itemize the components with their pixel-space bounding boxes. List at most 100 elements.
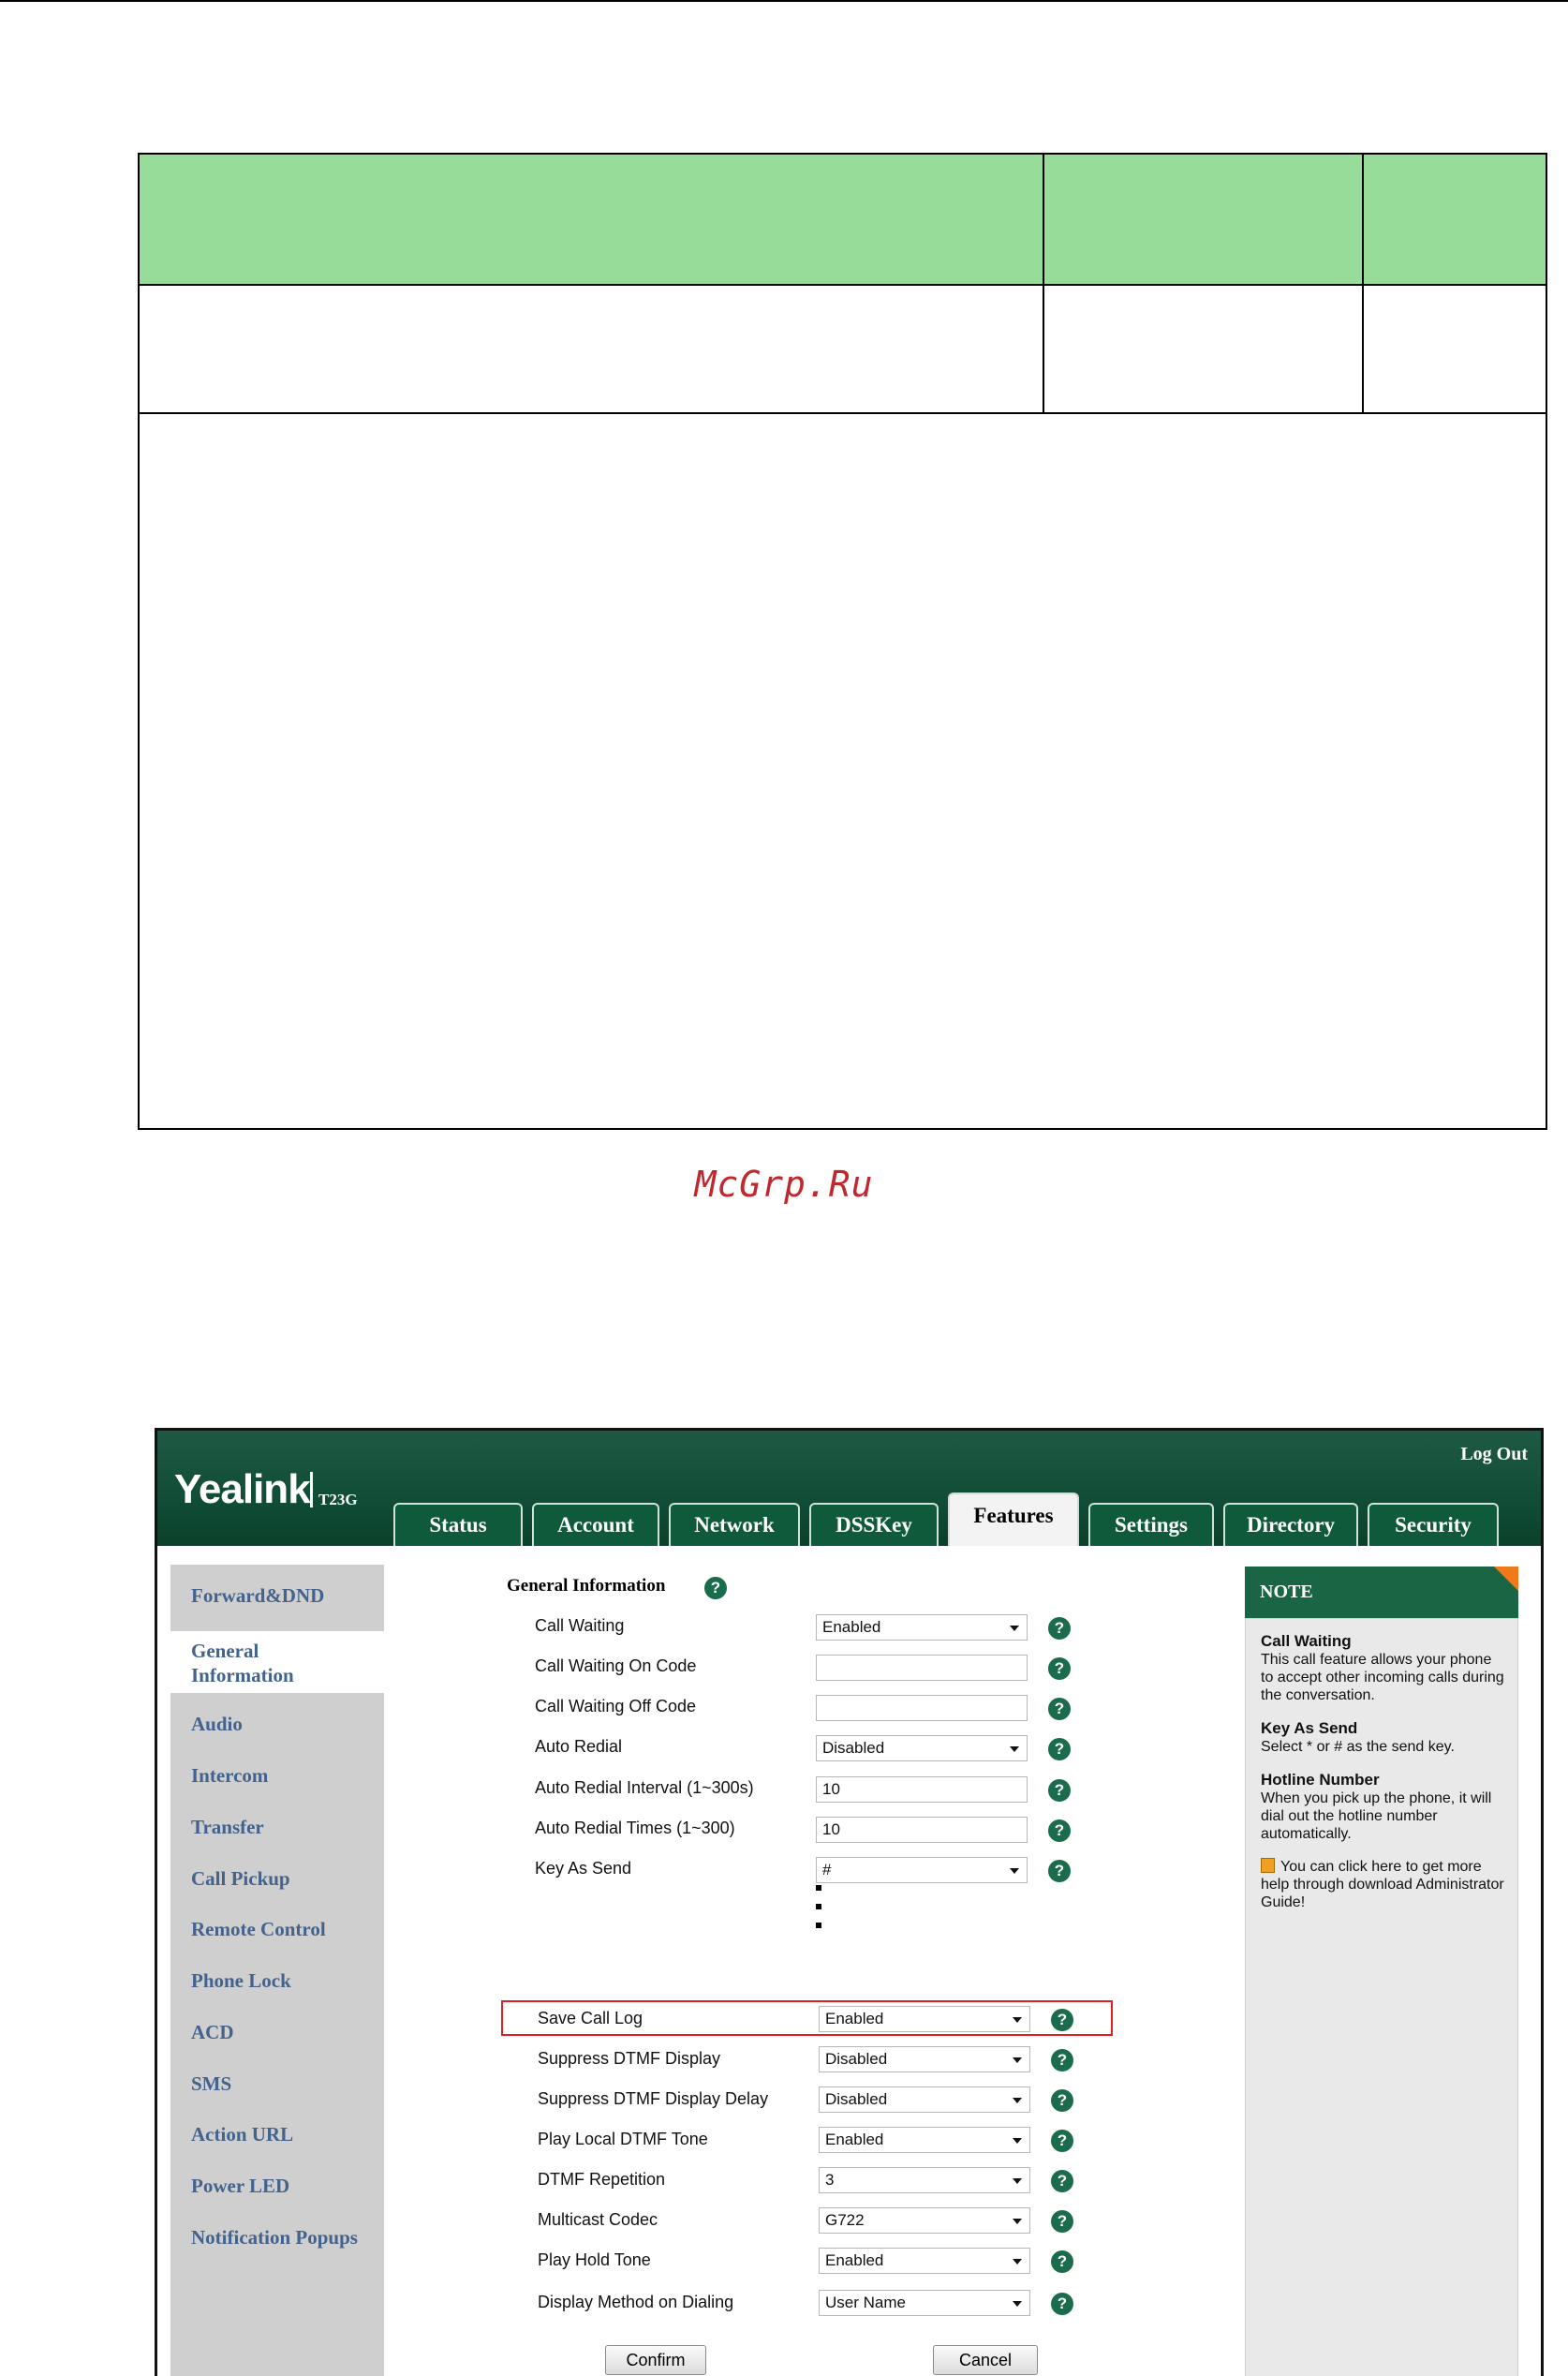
select-value: Enabled xyxy=(822,1618,881,1636)
help-icon[interactable]: ? xyxy=(1051,2049,1073,2072)
note-heading: Hotline Number xyxy=(1261,1771,1380,1789)
sidebar-item-acd[interactable]: ACD xyxy=(191,2020,234,2044)
select-value: Enabled xyxy=(825,2131,884,2148)
label-save-call-log: Save Call Log xyxy=(538,2009,643,2027)
label-call-waiting-on-code: Call Waiting On Code xyxy=(535,1656,697,1675)
label-play-local-dtmf-tone: Play Local DTMF Tone xyxy=(538,2130,708,2148)
help-icon[interactable]: ? xyxy=(1051,2210,1073,2233)
help-icon[interactable]: ? xyxy=(1048,1860,1071,1882)
model-label: T23G xyxy=(318,1491,358,1508)
select-value: Enabled xyxy=(825,2010,884,2027)
label-auto-redial-times: Auto Redial Times (1~300) xyxy=(535,1819,735,1837)
select-play-local-dtmf-tone[interactable]: Enabled xyxy=(819,2127,1030,2153)
tab-status[interactable]: Status xyxy=(393,1503,523,1546)
sidebar-item-power-led[interactable]: Power LED xyxy=(191,2174,289,2198)
select-value: # xyxy=(822,1861,832,1879)
help-icon[interactable]: ? xyxy=(1051,2250,1073,2273)
note-help-link[interactable]: You can click here to get more help thro… xyxy=(1261,1858,1506,1911)
ellipsis-dot xyxy=(816,1923,821,1928)
sidebar-item-phone-lock[interactable]: Phone Lock xyxy=(191,1968,291,1993)
help-icon[interactable]: ? xyxy=(1051,2293,1073,2315)
sidebar-item-action-url[interactable]: Action URL xyxy=(191,2122,293,2146)
tab-settings[interactable]: Settings xyxy=(1088,1503,1214,1546)
sidebar-item-audio[interactable]: Audio xyxy=(191,1712,243,1736)
select-value: Disabled xyxy=(825,2050,888,2068)
label-suppress-dtmf-display-delay: Suppress DTMF Display Delay xyxy=(538,2089,769,2108)
sidebar-item-general-information[interactable]: General Information xyxy=(191,1639,294,1687)
note-heading: Key As Send xyxy=(1261,1719,1358,1737)
tab-features[interactable]: Features xyxy=(948,1492,1079,1546)
select-suppress-dtmf-display-delay[interactable]: Disabled xyxy=(819,2086,1030,2113)
note-section: Hotline Number When you pick up the phon… xyxy=(1261,1771,1506,1843)
confirm-button[interactable]: Confirm xyxy=(605,2345,706,2375)
select-call-waiting[interactable]: Enabled xyxy=(816,1614,1028,1641)
help-icon[interactable]: ? xyxy=(1051,2130,1073,2152)
chevron-down-icon xyxy=(1013,2138,1022,2144)
chevron-down-icon xyxy=(1010,1868,1019,1874)
chevron-down-icon xyxy=(1013,2017,1022,2023)
corner-fold-icon xyxy=(1494,1567,1518,1591)
select-display-method-on-dialing[interactable]: User Name xyxy=(819,2290,1030,2316)
chevron-down-icon xyxy=(1013,2219,1022,2224)
sidebar-item-transfer[interactable]: Transfer xyxy=(191,1815,264,1839)
note-header: NOTE xyxy=(1245,1567,1518,1618)
help-icon[interactable]: ? xyxy=(1051,2009,1073,2031)
help-icon[interactable]: ? xyxy=(1048,1698,1071,1720)
help-icon[interactable]: ? xyxy=(1051,2089,1073,2112)
select-save-call-log[interactable]: Enabled xyxy=(819,2006,1030,2032)
sidebar-item-label: Information xyxy=(191,1664,294,1686)
input-call-waiting-on-code[interactable] xyxy=(816,1655,1028,1681)
help-icon[interactable]: ? xyxy=(1048,1657,1071,1680)
select-key-as-send[interactable]: # xyxy=(816,1857,1028,1883)
select-value: Disabled xyxy=(825,2090,888,2108)
top-rule xyxy=(0,0,1568,2)
sidebar-item-sms[interactable]: SMS xyxy=(191,2072,231,2096)
chevron-down-icon xyxy=(1013,2178,1022,2184)
sidebar-item-call-pickup[interactable]: Call Pickup xyxy=(191,1866,290,1891)
select-auto-redial[interactable]: Disabled xyxy=(816,1735,1028,1761)
sidebar-item-remote-control[interactable]: Remote Control xyxy=(191,1917,326,1941)
help-icon[interactable]: ? xyxy=(1048,1738,1071,1760)
help-icon[interactable]: ? xyxy=(1051,2170,1073,2192)
help-icon[interactable]: ? xyxy=(1048,1779,1071,1802)
note-help-text: You can click here to get more help thro… xyxy=(1261,1859,1504,1910)
label-call-waiting: Call Waiting xyxy=(535,1616,625,1635)
input-auto-redial-times[interactable]: 10 xyxy=(816,1817,1028,1843)
tab-security[interactable]: Security xyxy=(1368,1503,1499,1546)
yealink-logo: Yealink xyxy=(174,1466,311,1512)
chevron-down-icon xyxy=(1013,2057,1022,2063)
logo-separator xyxy=(310,1472,313,1507)
web-ui-screenshot: Yealink T23G Log Out Status Account Netw… xyxy=(155,1428,1544,2376)
note-text: When you pick up the phone, it will dial… xyxy=(1261,1790,1492,1842)
help-icon[interactable]: ? xyxy=(1048,1819,1071,1842)
tab-directory[interactable]: Directory xyxy=(1223,1503,1358,1546)
chevron-down-icon xyxy=(1013,2259,1022,2265)
logout-link[interactable]: Log Out xyxy=(1460,1444,1528,1465)
select-value: Disabled xyxy=(822,1739,885,1757)
note-text: Select * or # as the send key. xyxy=(1261,1739,1455,1755)
tab-account[interactable]: Account xyxy=(532,1503,659,1546)
select-dtmf-repetition[interactable]: 3 xyxy=(819,2167,1030,2193)
sidebar-item-intercom[interactable]: Intercom xyxy=(191,1763,268,1788)
select-value: G722 xyxy=(825,2211,865,2229)
tab-network[interactable]: Network xyxy=(669,1503,800,1546)
help-icon[interactable]: ? xyxy=(704,1577,727,1599)
cancel-button[interactable]: Cancel xyxy=(933,2345,1038,2375)
select-multicast-codec[interactable]: G722 xyxy=(819,2207,1030,2234)
input-auto-redial-interval[interactable]: 10 xyxy=(816,1776,1028,1803)
sidebar-item-forward-dnd[interactable]: Forward&DND xyxy=(191,1583,324,1608)
book-icon xyxy=(1261,1858,1275,1873)
chevron-down-icon xyxy=(1013,2098,1022,2103)
ellipsis-dot xyxy=(816,1885,821,1891)
select-suppress-dtmf-display[interactable]: Disabled xyxy=(819,2046,1030,2072)
document-table xyxy=(138,153,1547,1130)
note-panel: Call Waiting This call feature allows yo… xyxy=(1245,1618,1518,2376)
help-icon[interactable]: ? xyxy=(1048,1617,1071,1640)
select-play-hold-tone[interactable]: Enabled xyxy=(819,2248,1030,2274)
column-divider xyxy=(1043,155,1044,414)
label-display-method-on-dialing: Display Method on Dialing xyxy=(538,2293,734,2311)
row-divider xyxy=(140,412,1546,414)
sidebar-item-notification-popups[interactable]: Notification Popups xyxy=(191,2225,358,2250)
tab-dsskey[interactable]: DSSKey xyxy=(809,1503,939,1546)
input-call-waiting-off-code[interactable] xyxy=(816,1695,1028,1721)
